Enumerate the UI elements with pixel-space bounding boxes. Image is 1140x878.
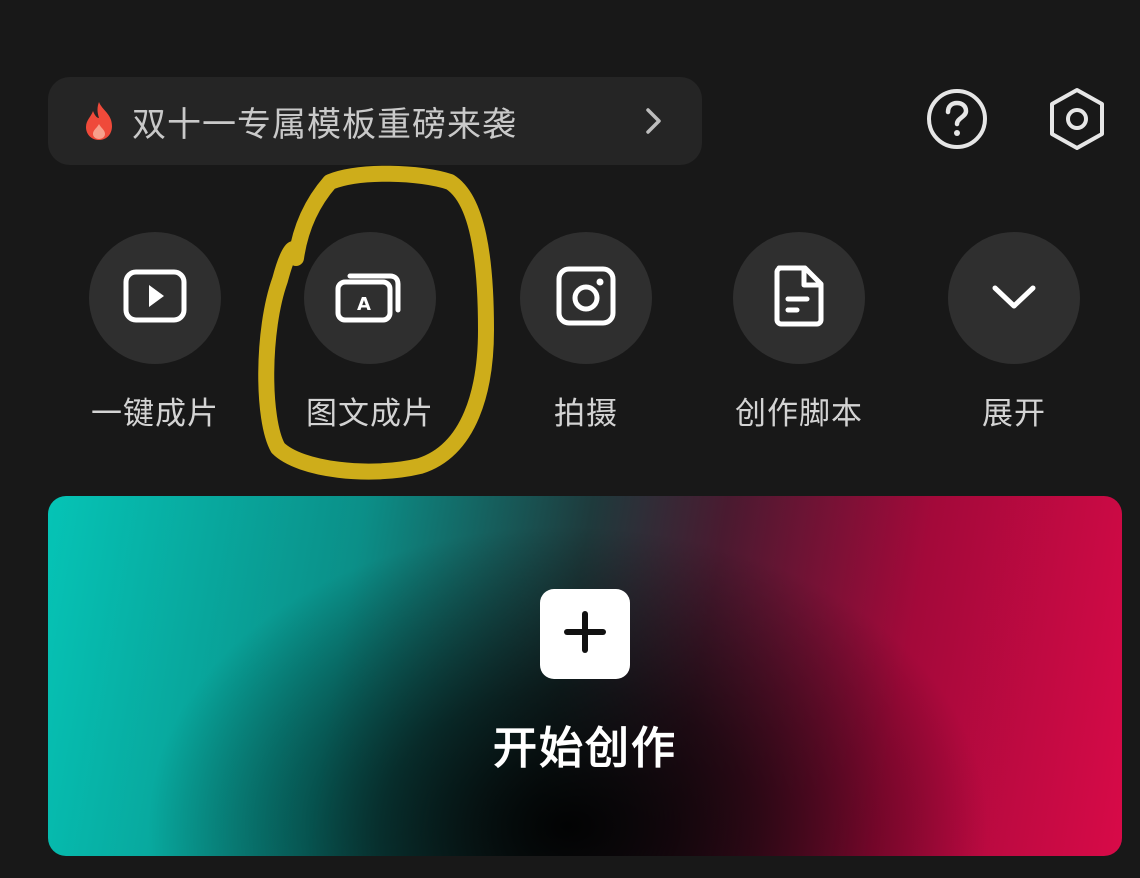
camera-icon bbox=[555, 265, 617, 331]
chevron-down-icon bbox=[989, 280, 1039, 316]
action-label: 展开 bbox=[982, 396, 1046, 432]
action-circle bbox=[520, 232, 652, 364]
document-script-icon bbox=[771, 264, 827, 332]
action-circle: A bbox=[304, 232, 436, 364]
action-shoot[interactable]: 拍摄 bbox=[486, 232, 686, 432]
action-label: 创作脚本 bbox=[735, 396, 863, 432]
settings-button[interactable] bbox=[1044, 88, 1110, 154]
plus-button bbox=[540, 589, 630, 679]
action-expand[interactable]: 展开 bbox=[914, 232, 1114, 432]
fire-icon bbox=[80, 100, 118, 142]
action-label: 拍摄 bbox=[554, 396, 618, 432]
action-label: 图文成片 bbox=[306, 396, 434, 432]
svg-text:A: A bbox=[357, 294, 371, 315]
action-text-to-video[interactable]: A 图文成片 bbox=[270, 232, 470, 432]
start-creating-label: 开始创作 bbox=[493, 723, 677, 774]
home-screen: 双十一专属模板重磅来袭 一键成片 A 图文成片 拍摄 创作脚本 展开 开始创作 bbox=[0, 0, 1140, 878]
action-circle bbox=[89, 232, 221, 364]
chevron-right-icon bbox=[642, 104, 666, 138]
action-script[interactable]: 创作脚本 bbox=[699, 232, 899, 432]
help-circle-icon bbox=[926, 88, 988, 154]
action-one-click-video[interactable]: 一键成片 bbox=[55, 232, 255, 432]
plus-icon bbox=[562, 609, 608, 659]
promo-text: 双十一专属模板重磅来袭 bbox=[132, 104, 517, 145]
text-image-stack-icon: A bbox=[334, 266, 406, 330]
play-box-icon bbox=[122, 268, 188, 328]
help-button[interactable] bbox=[924, 88, 990, 154]
start-creating-card[interactable]: 开始创作 bbox=[48, 496, 1122, 856]
hexagon-settings-icon bbox=[1046, 86, 1108, 156]
action-label: 一键成片 bbox=[91, 396, 219, 432]
action-circle bbox=[733, 232, 865, 364]
promo-banner[interactable]: 双十一专属模板重磅来袭 bbox=[48, 77, 702, 165]
action-circle bbox=[948, 232, 1080, 364]
